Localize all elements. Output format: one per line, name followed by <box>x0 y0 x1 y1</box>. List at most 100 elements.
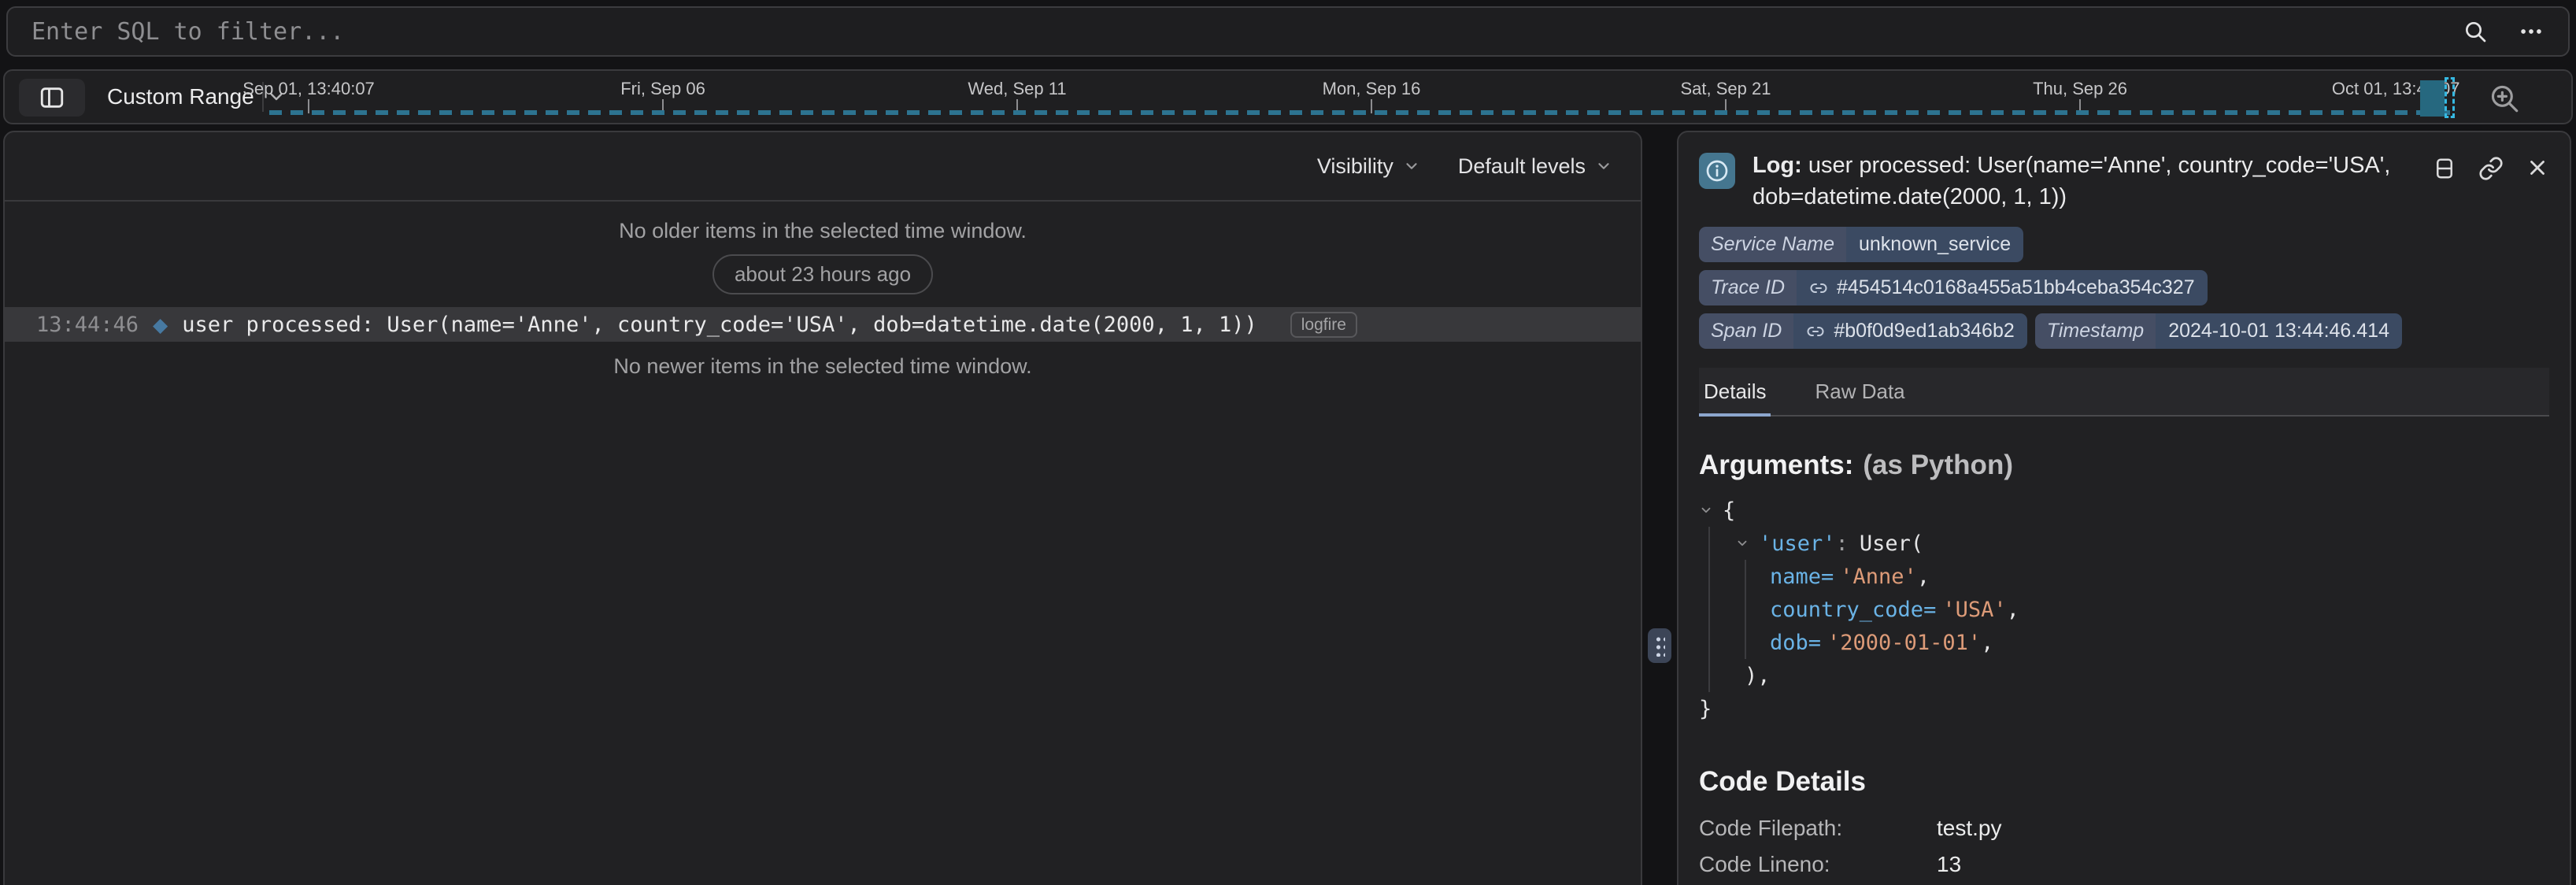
detail-actions <box>2433 156 2549 181</box>
timeline-tick-label: Fri, Sep 06 <box>620 79 705 99</box>
indent-guide <box>1745 560 1746 659</box>
arguments-heading-suffix: (as Python) <box>1863 450 2013 480</box>
code-line: 'user': User( <box>1699 527 2549 560</box>
sidebar-panel-icon <box>39 84 65 111</box>
code-line: country_code='USA', <box>1699 593 2549 626</box>
code-line: ), <box>1699 659 2549 692</box>
code-token: , <box>1917 565 1930 589</box>
code-token: User( <box>1860 531 1923 556</box>
visibility-label: Visibility <box>1317 154 1393 179</box>
info-icon <box>1699 153 1735 189</box>
code-details-rows: Code Filepath: test.py Code Lineno: 13 <box>1699 810 2549 883</box>
no-newer-items-text: No newer items in the selected time wind… <box>5 354 1641 379</box>
span-id-badge[interactable]: Span ID #b0f0d9ed1ab346b2 <box>1699 313 2027 349</box>
drag-dots-icon <box>1655 635 1665 657</box>
code-token: '2000-01-01' <box>1827 631 1981 655</box>
code-token: ), <box>1745 664 1771 688</box>
timeline-dashed-axis <box>269 110 2452 115</box>
code-line: dob='2000-01-01', <box>1699 626 2549 659</box>
code-line: name='Anne', <box>1699 560 2549 593</box>
code-lineno-value: 13 <box>1937 846 1961 883</box>
arguments-heading: Arguments: (as Python) <box>1699 450 2549 481</box>
time-range-label: Custom Range <box>107 84 254 109</box>
timeline-track[interactable]: Sep 01, 13:40:07 Fri, Sep 06 Wed, Sep 11… <box>269 71 2469 123</box>
badge-value: #b0f0d9ed1ab346b2 <box>1793 313 2026 349</box>
chevron-down-icon <box>1595 157 1612 175</box>
close-icon[interactable] <box>2526 156 2549 181</box>
trace-id-badge[interactable]: Trace ID #454514c0168a455a51bb4ceba354c3… <box>1699 270 2208 305</box>
code-lineno-label: Code Lineno: <box>1699 846 1937 883</box>
sidebar-toggle-button[interactable] <box>19 79 85 117</box>
code-token: 'Anne' <box>1840 565 1917 589</box>
timestamp-badge: Timestamp 2024-10-01 13:44:46.414 <box>2035 313 2402 349</box>
default-levels-label: Default levels <box>1458 154 1586 179</box>
detail-title-message: user processed: User(name='Anne', countr… <box>1752 153 2390 209</box>
chevron-down-icon <box>1403 157 1420 175</box>
arguments-heading-text: Arguments: <box>1699 450 1853 480</box>
code-details-heading: Code Details <box>1699 766 2549 798</box>
badge-value-text: #b0f0d9ed1ab346b2 <box>1834 320 2014 343</box>
copy-link-icon[interactable] <box>2478 156 2504 181</box>
tab-raw-data[interactable]: Raw Data <box>1810 368 1909 415</box>
badge-value: unknown_service <box>1846 227 2023 262</box>
more-options-icon[interactable] <box>2518 18 2545 45</box>
code-token: : <box>1836 531 1849 556</box>
arguments-code-tree: { 'user': User( name='Anne', country_code… <box>1699 494 2549 725</box>
split-view-icon[interactable] <box>2433 156 2456 181</box>
badge-label: Service Name <box>1699 227 1846 262</box>
indent-guide <box>1708 527 1710 692</box>
search-icon[interactable] <box>2463 19 2488 44</box>
detail-tabs: Details Raw Data <box>1699 368 2549 417</box>
service-name-badge: Service Name unknown_service <box>1699 227 2023 262</box>
timeline-selection-brush[interactable] <box>2445 77 2455 118</box>
default-levels-dropdown[interactable]: Default levels <box>1458 154 1612 179</box>
badge-value-text: 2024-10-01 13:44:46.414 <box>2168 320 2389 343</box>
detail-badges: Service Name unknown_service Trace ID #4… <box>1699 227 2486 349</box>
tab-details[interactable]: Details <box>1699 368 1771 415</box>
sql-filter-input[interactable] <box>31 18 2433 46</box>
code-token: } <box>1699 697 1712 721</box>
detail-header: Log: user processed: User(name='Anne', c… <box>1699 150 2549 213</box>
log-list-panel: Visibility Default levels No older items… <box>3 131 1642 885</box>
code-token: , <box>1981 631 1993 655</box>
log-row-message: user processed: User(name='Anne', countr… <box>182 313 1257 337</box>
no-older-items-text: No older items in the selected time wind… <box>5 219 1641 243</box>
code-line: { <box>1699 494 2549 527</box>
zoom-in-icon[interactable] <box>2488 82 2521 115</box>
code-token: { <box>1723 498 1735 523</box>
badge-label: Trace ID <box>1699 270 1797 305</box>
code-filepath-label: Code Filepath: <box>1699 810 1937 846</box>
collapse-chevron-icon[interactable] <box>1735 536 1759 550</box>
log-row[interactable]: 13:44:46 ◆ user processed: User(name='An… <box>5 307 1641 342</box>
detail-title: Log: user processed: User(name='Anne', c… <box>1752 150 2433 213</box>
timeline-tick-label: Sep 01, 13:40:07 <box>242 79 375 99</box>
relative-time-badge: about 23 hours ago <box>712 254 933 294</box>
link-icon <box>1809 279 1828 298</box>
code-token: country_code= <box>1770 598 1936 622</box>
code-token: , <box>2007 598 2019 622</box>
log-row-tag: logfire <box>1290 312 1357 338</box>
collapse-chevron-icon[interactable] <box>1699 503 1723 517</box>
log-row-time: 13:44:46 <box>36 313 139 337</box>
sql-filter-bar <box>6 6 2570 57</box>
code-token: 'user' <box>1759 531 1836 556</box>
code-line: } <box>1699 692 2549 725</box>
badge-value: 2024-10-01 13:44:46.414 <box>2156 313 2402 349</box>
badge-value-text: #454514c0168a455a51bb4ceba354c327 <box>1837 276 2195 299</box>
timeline-tick-label: Wed, Sep 11 <box>968 79 1066 99</box>
link-icon <box>1806 322 1825 341</box>
detail-title-prefix: Log: <box>1752 153 1802 178</box>
log-list-header: Visibility Default levels <box>5 132 1641 202</box>
code-token: name= <box>1770 565 1834 589</box>
log-level-diamond-icon: ◆ <box>153 313 168 336</box>
code-details-row: Code Lineno: 13 <box>1699 846 2549 883</box>
log-detail-panel: Log: user processed: User(name='Anne', c… <box>1677 131 2571 885</box>
timeline-histogram-bar <box>2420 80 2445 117</box>
panel-resize-handle[interactable] <box>1648 628 1671 663</box>
code-filepath-value: test.py <box>1937 810 2001 846</box>
visibility-dropdown[interactable]: Visibility <box>1317 154 1420 179</box>
code-token: dob= <box>1770 631 1821 655</box>
code-token: 'USA' <box>1942 598 2006 622</box>
badge-label: Span ID <box>1699 313 1793 349</box>
badge-value-text: unknown_service <box>1859 233 2011 256</box>
